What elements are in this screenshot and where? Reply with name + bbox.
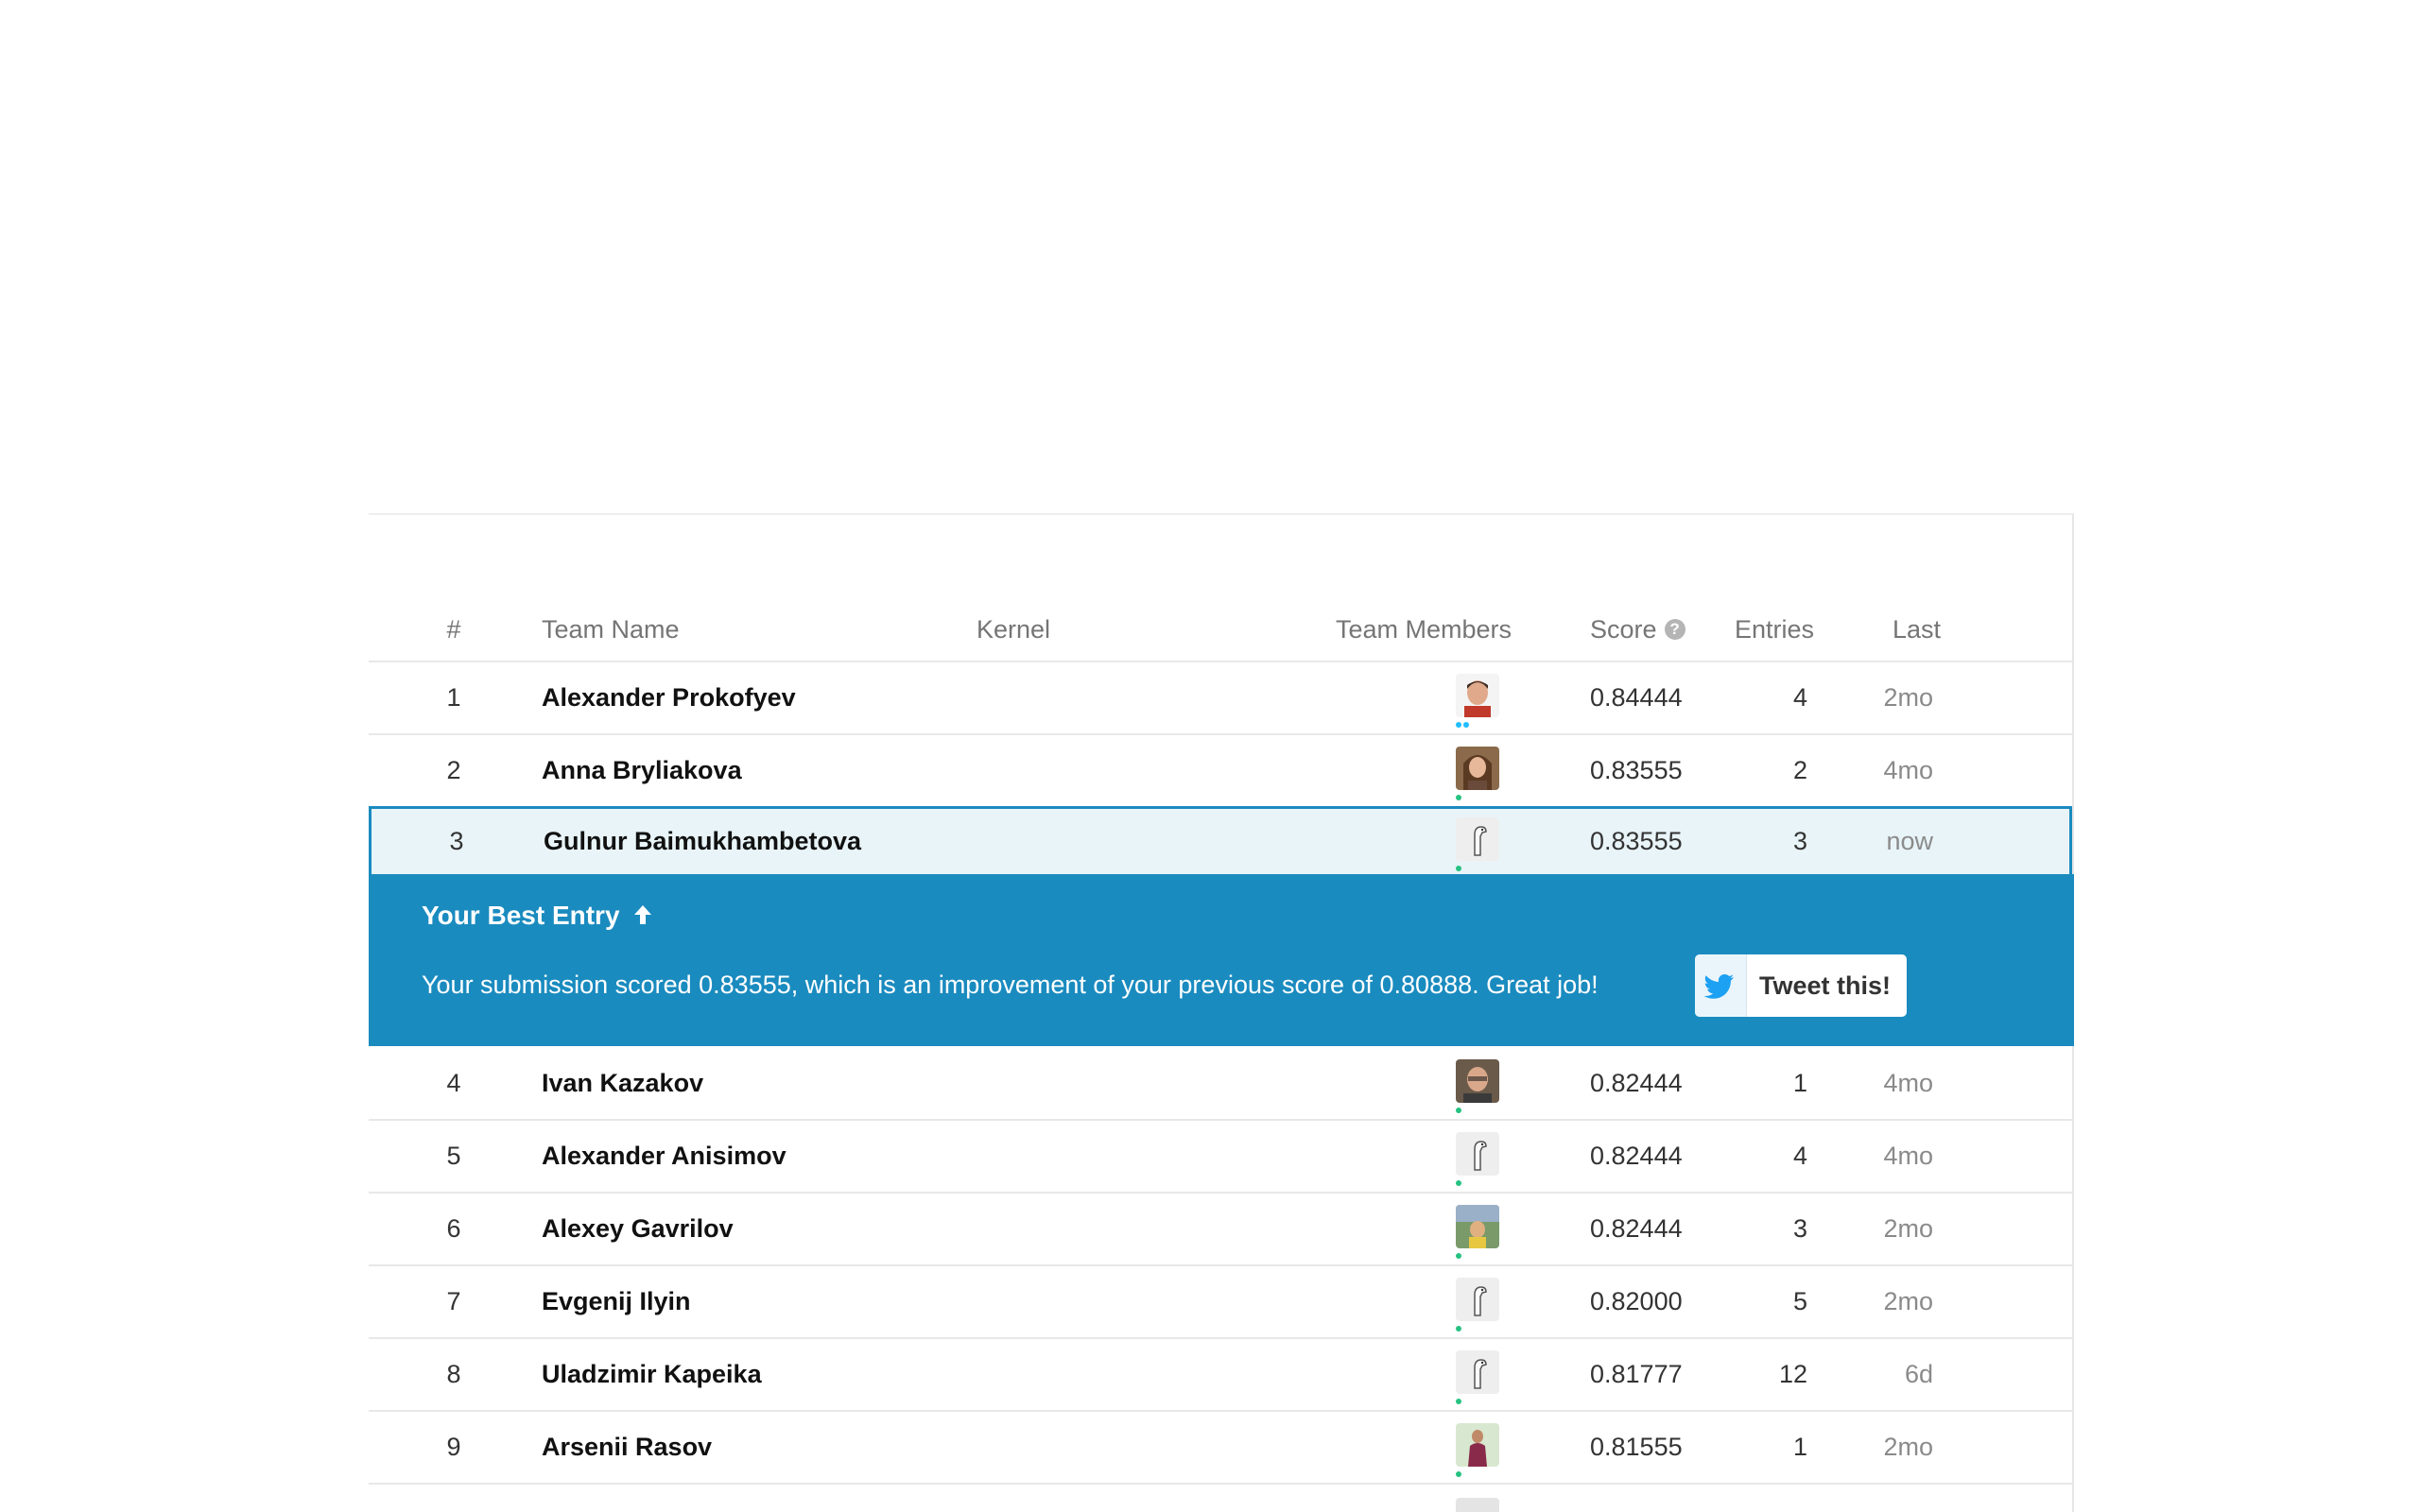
score-cell: 0.83555 bbox=[1590, 827, 1683, 855]
team-name-link[interactable]: Alexey Gavrilov bbox=[542, 1194, 734, 1264]
table-row[interactable]: 6 Alexey Gavrilov 0.82444 3 2mo bbox=[369, 1194, 2072, 1266]
tier-dot bbox=[1456, 1399, 1461, 1404]
team-name-link[interactable]: Alexander Prokofyev bbox=[542, 662, 796, 733]
arrow-up-icon bbox=[632, 902, 653, 933]
team-name-link[interactable]: Anna Bryliakova bbox=[542, 735, 742, 806]
table-row[interactable]: 7 Evgenij Ilyin 0.82000 5 2mo bbox=[369, 1266, 2072, 1339]
photo-woman-icon[interactable] bbox=[1456, 747, 1499, 790]
rank-cell: 6 bbox=[446, 1214, 461, 1243]
score-cell: 0.82000 bbox=[1590, 1287, 1683, 1315]
team-name-link[interactable]: Gulnur Baimukhambetova bbox=[544, 806, 861, 877]
best-entry-title-text: Your Best Entry bbox=[422, 901, 620, 930]
team-name-link[interactable]: Evgenij Ilyin bbox=[542, 1266, 691, 1337]
tier-dot bbox=[1456, 1180, 1461, 1186]
score-cell: 0.81555 bbox=[1590, 1433, 1683, 1461]
goose-icon[interactable] bbox=[1456, 1278, 1499, 1321]
table-row[interactable]: 2 Anna Bryliakova 0.83555 2 4mo bbox=[369, 735, 2072, 808]
team-name-link[interactable]: Arsenii Rasov bbox=[542, 1412, 712, 1483]
leaderboard: # Team Name Kernel Team Members Score? E… bbox=[369, 513, 2074, 1512]
rank-cell: 9 bbox=[446, 1433, 461, 1461]
last-cell: 2mo bbox=[1883, 1433, 1933, 1461]
rank-cell: 4 bbox=[446, 1069, 461, 1097]
tier-dot bbox=[1456, 866, 1461, 871]
last-cell: 4mo bbox=[1883, 1142, 1933, 1170]
goose-icon[interactable] bbox=[1456, 817, 1499, 861]
header-kernel: Kernel bbox=[977, 615, 1051, 644]
score-cell: 0.82444 bbox=[1590, 1142, 1683, 1170]
tier-dot bbox=[1456, 1108, 1461, 1113]
score-cell: 0.81777 bbox=[1590, 1360, 1683, 1388]
tweet-button[interactable]: Tweet this! bbox=[1695, 954, 1907, 1017]
best-entry-message: Your submission scored 0.83555, which is… bbox=[422, 971, 1599, 999]
table-row[interactable]: 8 Uladzimir Kapeika 0.81777 12 6d bbox=[369, 1339, 2072, 1412]
score-cell: 0.84444 bbox=[1590, 683, 1683, 712]
last-cell: now bbox=[1886, 827, 1933, 855]
best-entry-title: Your Best Entry bbox=[422, 901, 653, 933]
last-cell: 2mo bbox=[1883, 1287, 1933, 1315]
header-last[interactable]: Last bbox=[1893, 606, 1941, 653]
goose-icon[interactable] bbox=[1456, 1350, 1499, 1394]
table-row[interactable]: 9 Arsenii Rasov 0.81555 1 2mo bbox=[369, 1412, 2072, 1485]
tier-dot bbox=[1456, 795, 1461, 800]
header-team-members: Team Members bbox=[1336, 615, 1512, 644]
help-icon[interactable]: ? bbox=[1664, 618, 1685, 640]
table-row[interactable]: 1 Alexander Prokofyev 0.84444 4 2mo bbox=[369, 662, 2072, 735]
header-team-name[interactable]: Team Name bbox=[542, 606, 680, 653]
table-row-current-user[interactable]: 3 Gulnur Baimukhambetova 0.83555 3 now bbox=[369, 806, 2072, 877]
tier-dot bbox=[1456, 1326, 1461, 1332]
tier-dot bbox=[1456, 722, 1461, 728]
best-entry-banner: Your Best Entry Your submission scored 0… bbox=[369, 874, 2074, 1046]
table-row[interactable]: 4 Ivan Kazakov 0.82444 1 4mo bbox=[369, 1048, 2072, 1121]
header-score[interactable]: Score? bbox=[1590, 606, 1685, 653]
twitter-icon bbox=[1695, 954, 1747, 1017]
header-score-label[interactable]: Score bbox=[1590, 615, 1657, 644]
page: # Team Name Kernel Team Members Score? E… bbox=[0, 0, 2420, 1512]
tier-dot bbox=[1456, 1471, 1461, 1477]
last-cell: 2mo bbox=[1883, 683, 1933, 712]
team-name-link[interactable]: Alexander Anisimov bbox=[542, 1121, 786, 1192]
team-name-link[interactable]: Uladzimir Kapeika bbox=[542, 1339, 762, 1410]
photo-man-icon[interactable] bbox=[1456, 1059, 1499, 1103]
photo-person-icon[interactable] bbox=[1456, 1423, 1499, 1467]
header-rank[interactable]: # bbox=[416, 606, 492, 653]
last-cell: 4mo bbox=[1883, 1069, 1933, 1097]
rank-cell: 3 bbox=[449, 827, 464, 855]
table-row[interactable]: 5 Alexander Anisimov 0.82444 4 4mo bbox=[369, 1121, 2072, 1194]
header-entries[interactable]: Entries bbox=[1735, 606, 1814, 653]
leaderboard-header: # Team Name Kernel Team Members Score? E… bbox=[369, 606, 2072, 662]
score-cell: 0.82444 bbox=[1590, 1069, 1683, 1097]
score-cell: 0.82444 bbox=[1590, 1214, 1683, 1243]
score-cell: 0.83555 bbox=[1590, 756, 1683, 784]
avatar bbox=[1456, 1498, 1499, 1512]
tier-dot bbox=[1463, 722, 1469, 728]
rank-cell: 1 bbox=[446, 683, 461, 712]
rank-cell: 2 bbox=[446, 756, 461, 784]
photo-outdoor-icon[interactable] bbox=[1456, 1205, 1499, 1248]
rank-cell: 8 bbox=[446, 1360, 461, 1388]
goose-icon[interactable] bbox=[1456, 1132, 1499, 1176]
team-name-link[interactable]: Ivan Kazakov bbox=[542, 1048, 703, 1119]
last-cell: 6d bbox=[1904, 1360, 1933, 1388]
last-cell: 2mo bbox=[1883, 1214, 1933, 1243]
last-cell: 4mo bbox=[1883, 756, 1933, 784]
photo-man-icon[interactable] bbox=[1456, 674, 1499, 717]
rank-cell: 5 bbox=[446, 1142, 461, 1170]
tweet-button-label[interactable]: Tweet this! bbox=[1759, 954, 1891, 1017]
tier-dot bbox=[1456, 1253, 1461, 1259]
rank-cell: 7 bbox=[446, 1287, 461, 1315]
